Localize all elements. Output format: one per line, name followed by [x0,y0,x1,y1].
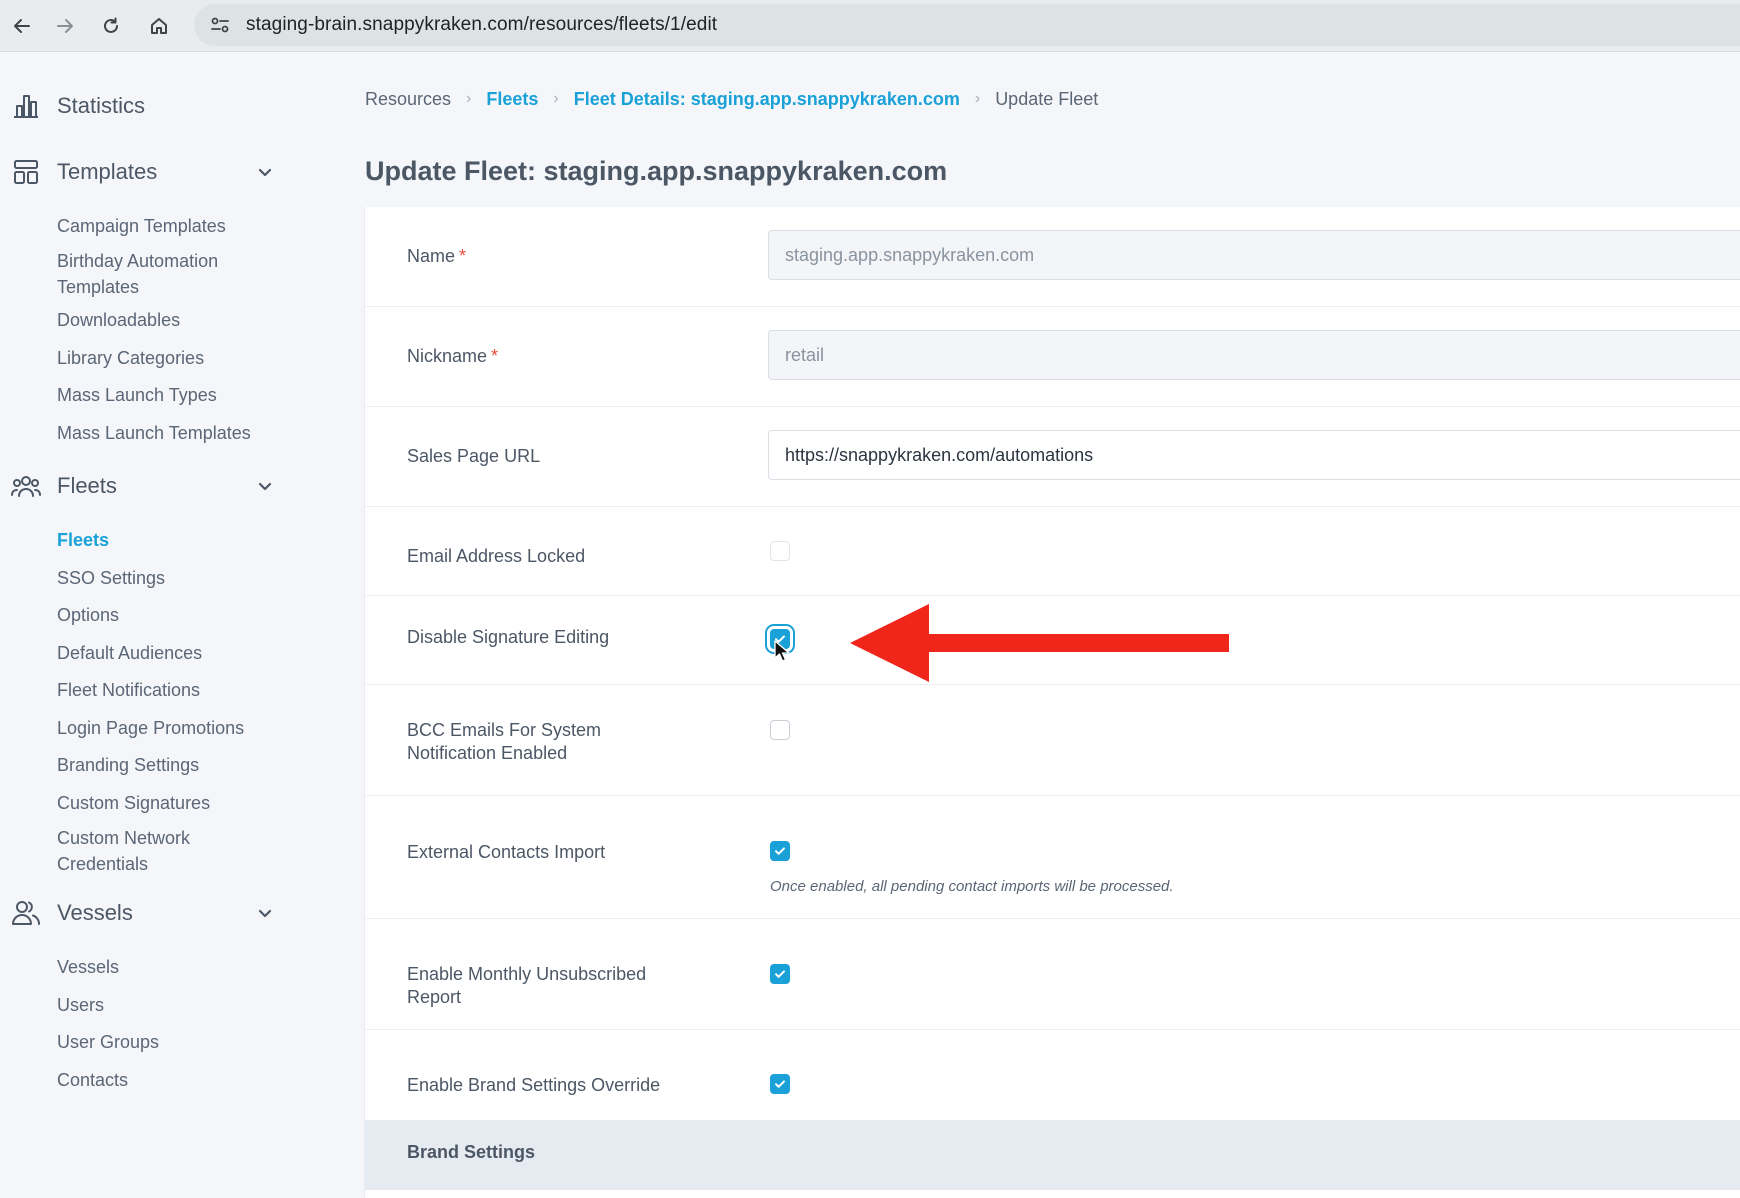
external-contacts-help-text: Once enabled, all pending contact import… [770,878,1174,895]
sidebar-item-user-groups[interactable]: User Groups [57,1029,297,1055]
chevron-right-icon: › [466,90,472,107]
breadcrumb: Resources › Fleets › Fleet Details: stag… [365,86,1098,112]
breadcrumb-fleet-details[interactable]: Fleet Details: staging.app.snappykraken.… [574,89,960,110]
page-title: Update Fleet: staging.app.snappykraken.c… [365,156,948,186]
form-row-bcc-emails: BCC Emails For System Notification Enabl… [365,685,1740,796]
layout-icon [14,160,38,184]
form-row-name: Name * [365,207,1740,307]
sidebar-section-templates[interactable]: Templates [0,150,290,194]
browser-toolbar: staging-brain.snappykraken.com/resources… [0,0,1740,52]
external-contacts-label: External Contacts Import [407,842,606,862]
arrow-right-icon [57,19,73,33]
form-row-external-contacts: External Contacts Import Once enabled, a… [365,796,1740,919]
update-fleet-form: Name* Nickname* Sales Page URL Email Add… [364,207,1740,1198]
sidebar-item-mass-launch-types[interactable]: Mass Launch Types [57,382,297,408]
back-button[interactable] [0,4,44,48]
chevron-down-icon[interactable] [256,477,274,495]
sidebar-item-options[interactable]: Options [57,602,297,628]
sidebar-item-users[interactable]: Users [57,992,297,1018]
bar-chart-icon [14,95,38,118]
sidebar-item-campaign-templates[interactable]: Campaign Templates [57,213,297,239]
sidebar-item-downloadables[interactable]: Downloadables [57,307,297,333]
sales-page-url-input[interactable] [768,430,1740,480]
chevron-right-icon: › [974,90,981,107]
bcc-emails-checkbox[interactable] [770,720,790,740]
url-text[interactable]: staging-brain.snappykraken.com/resources… [246,14,717,36]
sidebar-label: Vessels [57,900,133,925]
sidebar: Statistics Templates Campaign Templates … [0,53,364,1198]
address-bar[interactable]: staging-brain.snappykraken.com/resources… [194,4,1740,46]
chevron-right-icon: › [553,90,559,107]
reload-icon [104,17,118,33]
bcc-emails-label: BCC Emails For System Notification Enabl… [407,720,602,763]
sales-page-url-label: Sales Page URL [407,446,541,466]
sidebar-item-fleets[interactable]: Fleets [57,527,297,553]
check-icon [775,970,785,978]
sidebar-item-vessels[interactable]: Vessels [57,954,297,980]
chevron-down-icon[interactable] [256,904,274,922]
monthly-unsubscribed-checkbox[interactable] [770,964,790,984]
sidebar-item-login-page-promotions[interactable]: Login Page Promotions [57,715,297,741]
external-contacts-checkbox[interactable] [770,841,790,861]
sidebar-label: Fleets [57,473,117,498]
site-info-icon[interactable] [200,8,240,42]
sidebar-item-birthday-automation-templates[interactable]: Birthday Automation Templates [57,248,247,300]
sidebar-item-statistics[interactable]: Statistics [0,84,290,128]
sidebar-item-branding-settings[interactable]: Branding Settings [57,752,297,778]
breadcrumb-update-fleet: Update Fleet [995,88,1099,109]
brand-override-label: Enable Brand Settings Override [407,1075,661,1095]
annotation-arrow-icon [850,604,1229,682]
breadcrumb-fleets[interactable]: Fleets [486,89,538,110]
home-icon [151,18,167,34]
home-button[interactable] [137,4,181,48]
reload-button[interactable] [89,4,133,48]
forward-button[interactable] [43,4,87,48]
name-label: Name * [407,246,467,266]
breadcrumb-resources[interactable]: Resources [365,89,451,110]
users-icon [12,901,40,925]
mouse-cursor-icon [774,640,790,662]
sidebar-label: Statistics [57,93,146,118]
form-row-nickname: Nickname * [365,307,1740,407]
form-row-brand-override: Enable Brand Settings Override [365,1030,1740,1120]
brand-settings-title: Brand Settings [407,1142,536,1162]
monthly-unsubscribed-label: Enable Monthly Unsubscribed Report [407,964,647,1007]
sidebar-item-library-categories[interactable]: Library Categories [57,345,297,371]
name-input[interactable] [768,230,1740,280]
arrow-left-icon [14,19,30,33]
nickname-label: Nickname * [407,346,499,366]
form-row-email-locked: Email Address Locked [365,507,1740,596]
brand-settings-section: Brand Settings [365,1120,1740,1190]
sidebar-item-fleet-notifications[interactable]: Fleet Notifications [57,677,297,703]
form-row-monthly-unsubscribed: Enable Monthly Unsubscribed Report [365,919,1740,1030]
nickname-input[interactable] [768,330,1740,380]
sidebar-item-custom-network-credentials[interactable]: Custom Network Credentials [57,825,227,877]
sidebar-section-vessels[interactable]: Vessels [0,891,290,935]
sidebar-item-contacts[interactable]: Contacts [57,1067,297,1093]
users-group-icon [11,476,41,497]
email-locked-checkbox[interactable] [770,541,790,561]
brand-override-checkbox[interactable] [770,1074,790,1094]
sidebar-item-custom-signatures[interactable]: Custom Signatures [57,790,297,816]
check-icon [775,847,785,855]
sidebar-item-default-audiences[interactable]: Default Audiences [57,640,297,666]
disable-signature-label: Disable Signature Editing [407,627,610,647]
sidebar-label: Templates [57,159,158,184]
sidebar-section-fleets[interactable]: Fleets [0,464,290,508]
sidebar-item-sso-settings[interactable]: SSO Settings [57,565,297,591]
email-locked-label: Email Address Locked [407,546,586,566]
check-icon [775,1080,785,1088]
sidebar-item-mass-launch-templates[interactable]: Mass Launch Templates [57,420,297,446]
form-row-sales-page-url: Sales Page URL [365,407,1740,507]
chevron-down-icon[interactable] [256,163,274,181]
